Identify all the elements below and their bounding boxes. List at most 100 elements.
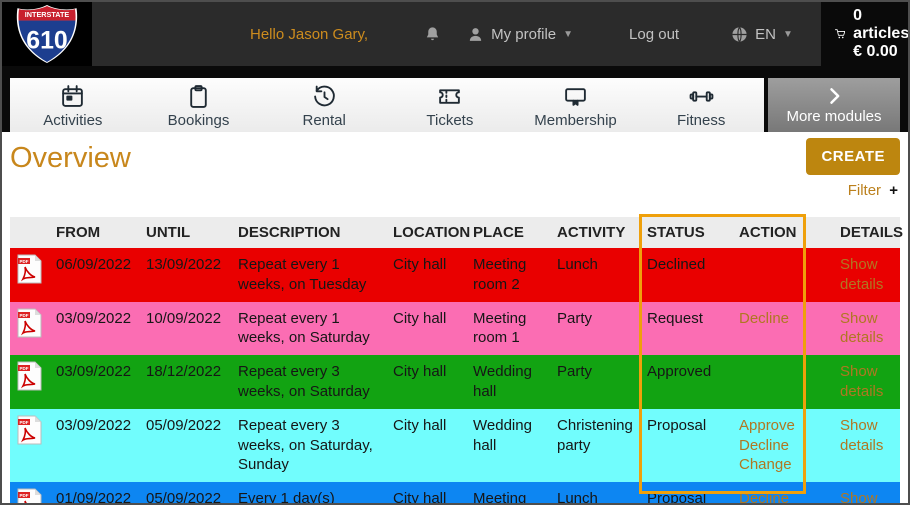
cell-action: Decline [733,482,806,505]
column-header-status: STATUS [641,217,733,248]
cell-until: 18/12/2022 [140,355,232,409]
more-modules-label: More modules [786,108,881,125]
more-modules-button[interactable]: More modules [768,78,900,132]
cell-location: City hall [387,248,467,302]
show-details-link[interactable]: Show details [840,362,894,402]
interstate-shield-icon: INTERSTATE 610 [14,5,80,63]
filter-toggle[interactable]: Filter + [2,182,898,202]
column-header-activity: ACTIVITY [551,217,641,248]
show-details-link[interactable]: Show details [840,309,894,349]
cell-from: 01/09/2022 [50,482,140,505]
top-bar: INTERSTATE 610 Hello Jason Gary, My prof… [2,2,908,66]
log-out-button[interactable]: Log out [629,26,679,43]
cell-activity: Party [551,302,641,356]
clipboard-icon [186,84,211,109]
action-link[interactable]: Decline [739,489,800,505]
svg-text:PDF: PDF [20,366,29,371]
show-details-link[interactable]: Show details [840,255,894,295]
cell-activity: Lunch [551,482,641,505]
svg-text:INTERSTATE: INTERSTATE [25,10,70,19]
chevron-down-icon: ▼ [563,29,573,40]
chevron-right-icon [824,86,844,106]
bell-icon [424,26,441,43]
pdf-icon[interactable]: PDF [17,361,42,391]
cell-status: Declined [641,248,733,302]
column-header-location: LOCATION [387,217,467,248]
pdf-icon[interactable]: PDF [17,415,42,445]
cell-location: City hall [387,409,467,482]
cell-status: Approved [641,355,733,409]
membership-card-icon [563,84,588,109]
module-label: Activities [43,112,102,129]
app-window: INTERSTATE 610 Hello Jason Gary, My prof… [0,0,910,505]
create-button[interactable]: CREATE [806,138,900,175]
cell-until: 05/09/2022 [140,409,232,482]
cell-action: Decline [733,302,806,356]
log-out-label: Log out [629,26,679,43]
action-link[interactable]: Change [739,455,800,475]
module-membership[interactable]: Membership [513,78,639,132]
table-row: PDF 03/09/2022 05/09/2022 Repeat every 3… [10,409,900,482]
pdf-icon[interactable]: PDF [17,308,42,338]
chevron-down-icon: ▼ [783,29,793,40]
module-label: Tickets [426,112,473,129]
cell-until: 10/09/2022 [140,302,232,356]
action-link[interactable]: Decline [739,436,800,456]
cell-status: Proposal Accepted [641,482,733,505]
notifications-button[interactable] [424,26,441,43]
module-bookings[interactable]: Bookings [136,78,262,132]
cell-until: 13/09/2022 [140,248,232,302]
bookings-table: FROM UNTIL DESCRIPTION LOCATION PLACE AC… [10,217,900,505]
cell-action [733,355,806,409]
module-activities[interactable]: Activities [10,78,136,132]
module-rental[interactable]: Rental [261,78,387,132]
cart-button[interactable]: 0 articles / € 0.00 [821,2,910,66]
svg-text:PDF: PDF [20,420,29,425]
table-header-row: FROM UNTIL DESCRIPTION LOCATION PLACE AC… [10,217,900,248]
greeting-text: Hello Jason Gary, [250,26,368,43]
column-header-action: ACTION [733,217,806,248]
language-selector[interactable]: EN ▼ [731,26,793,43]
history-clock-icon [312,84,337,109]
cell-from: 03/09/2022 [50,355,140,409]
cell-status: Request [641,302,733,356]
module-label: Fitness [677,112,725,129]
show-details-link[interactable]: Show details [840,489,894,505]
cell-location: City hall [387,355,467,409]
cell-description: Repeat every 3 weeks, on Saturday, Sunda… [232,409,387,482]
cell-from: 06/09/2022 [50,248,140,302]
interstate-610-logo[interactable]: INTERSTATE 610 [2,2,92,66]
table-row: PDF 01/09/2022 05/09/2022 Every 1 day(s)… [10,482,900,505]
cell-location: City hall [387,302,467,356]
column-header-icon [10,217,50,248]
my-profile-label: My profile [491,26,556,43]
show-details-link[interactable]: Show details [840,416,894,456]
my-profile-menu[interactable]: My profile ▼ [467,26,573,43]
cell-description: Every 1 day(s) [232,482,387,505]
svg-text:PDF: PDF [20,259,29,264]
module-label: Membership [534,112,617,129]
cell-activity: Lunch [551,248,641,302]
action-link[interactable]: Decline [739,309,800,329]
cart-summary: 0 articles / € 0.00 [853,7,910,61]
module-label: Rental [303,112,346,129]
column-header-description: DESCRIPTION [232,217,387,248]
filter-label: Filter [848,182,881,199]
svg-text:610: 610 [26,28,67,55]
module-tickets[interactable]: Tickets [387,78,513,132]
module-fitness[interactable]: Fitness [638,78,764,132]
cell-location: City hall [387,482,467,505]
module-label: Bookings [168,112,230,129]
language-label: EN [755,26,776,43]
column-header-details: DETAILS [806,217,900,248]
column-header-from: FROM [50,217,140,248]
plus-icon: + [889,182,898,199]
cell-from: 03/09/2022 [50,302,140,356]
pdf-icon[interactable]: PDF [17,488,42,505]
pdf-icon[interactable]: PDF [17,254,42,284]
modules-bar: Activities Bookings Rental Tickets [2,66,908,132]
action-link[interactable]: Approve [739,416,800,436]
table-row: PDF 06/09/2022 13/09/2022 Repeat every 1… [10,248,900,302]
page-title: Overview [10,140,908,176]
modules-list: Activities Bookings Rental Tickets [10,78,764,132]
